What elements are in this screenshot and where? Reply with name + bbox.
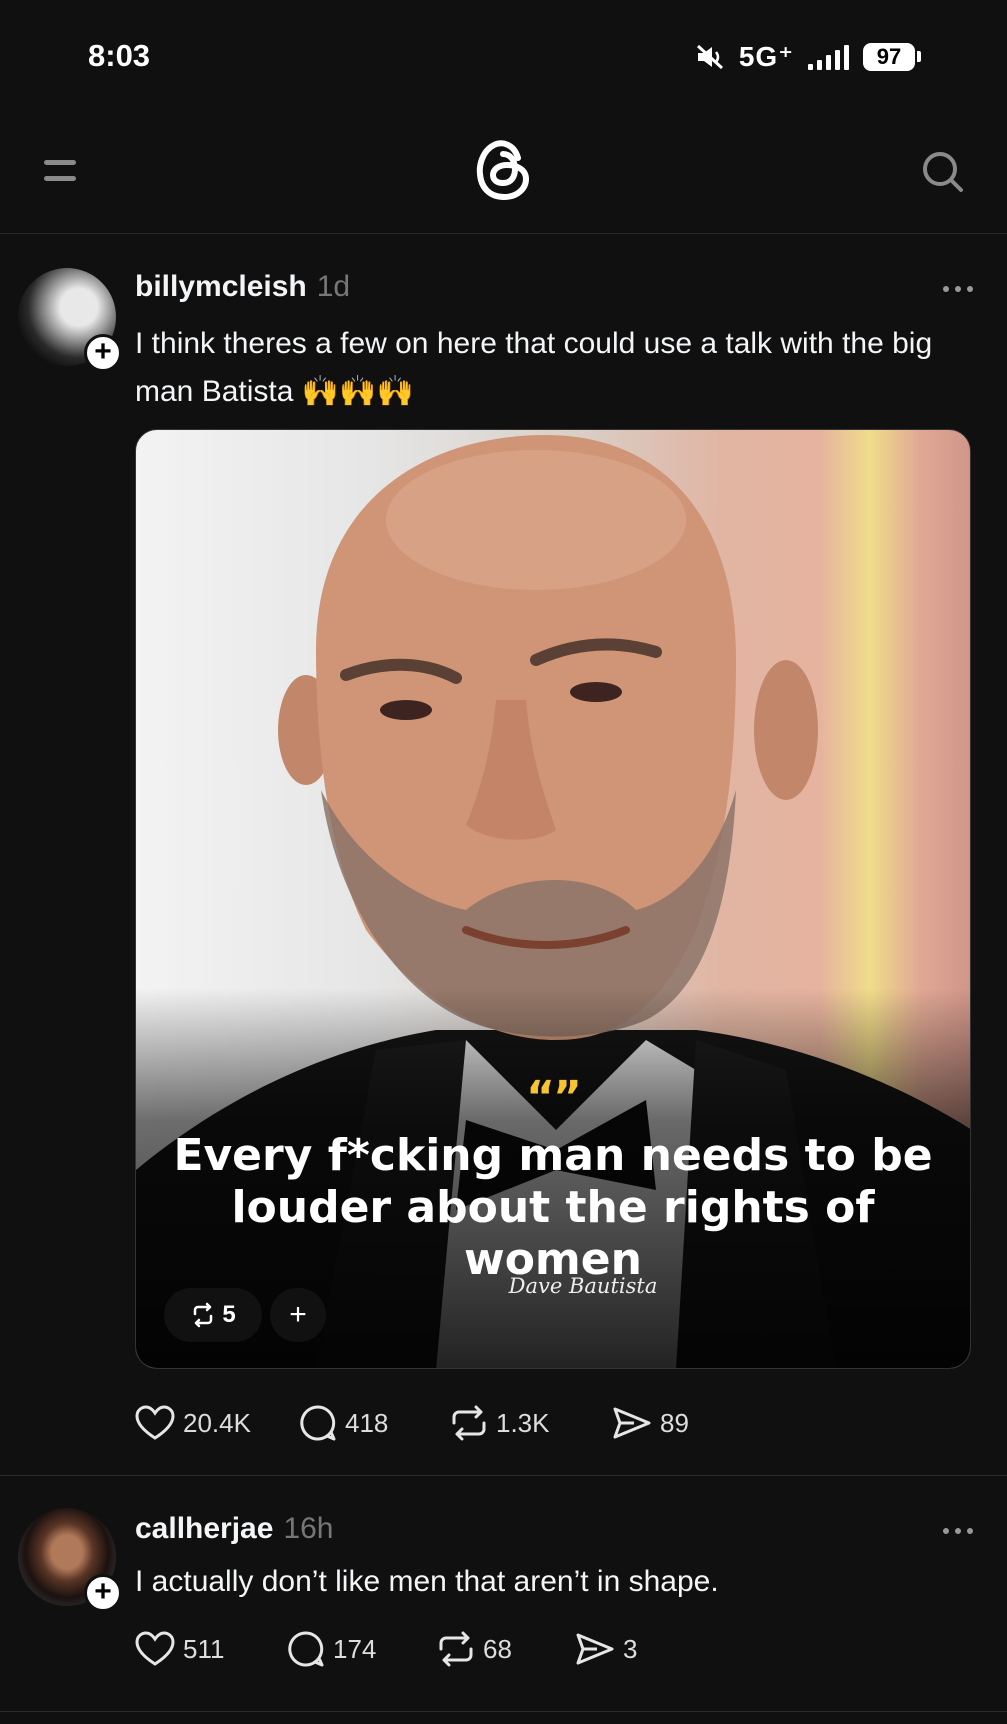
share-count: 89	[660, 1407, 689, 1438]
quote-attribution: Dave Bautista	[508, 1274, 658, 1298]
network-label: 5G⁺	[738, 41, 794, 72]
battery-level: 97	[863, 42, 915, 71]
reply-button[interactable]: 418	[299, 1404, 450, 1442]
like-button[interactable]: 511	[135, 1631, 287, 1667]
status-time: 8:03	[88, 38, 151, 73]
status-icons: 5G⁺ 97	[695, 40, 921, 73]
search-icon[interactable]	[921, 150, 965, 199]
like-button[interactable]: 20.4K	[135, 1405, 299, 1441]
follow-plus-icon[interactable]: +	[84, 1574, 122, 1612]
share-icon	[613, 1407, 651, 1439]
post-text: I actually don’t like men that aren’t in…	[135, 1565, 719, 1598]
repost-icon	[194, 1302, 213, 1328]
post[interactable]: + billymcleish 1d I think theres a few o…	[0, 234, 1007, 1476]
reply-button[interactable]: 174	[287, 1630, 437, 1668]
battery-icon: 97	[863, 42, 921, 71]
like-count: 20.4K	[183, 1407, 251, 1438]
username[interactable]: callherjae	[135, 1512, 273, 1546]
reply-count: 418	[345, 1407, 389, 1438]
follow-plus-icon[interactable]: +	[84, 334, 122, 372]
repost-count: 1.3K	[496, 1407, 550, 1438]
post-time: 16h	[283, 1512, 334, 1545]
media-repost-count: 5	[222, 1301, 236, 1328]
repost-button[interactable]: 1.3K	[450, 1405, 612, 1441]
menu-icon[interactable]	[44, 156, 78, 186]
reply-icon	[300, 1405, 336, 1441]
post-actions: 20.4K 418 1.3K 89	[135, 1404, 689, 1442]
post-image[interactable]: “” Every f*cking man needs to be louder …	[135, 429, 971, 1369]
reply-icon	[288, 1631, 324, 1667]
more-options-icon[interactable]	[943, 1528, 973, 1534]
post-time: 1d	[316, 270, 351, 303]
post[interactable]: + callherjae 16h I actually don’t like m…	[0, 1476, 1007, 1712]
heart-icon	[135, 1405, 175, 1440]
repost-icon	[452, 1405, 486, 1441]
post-text: I think theres a few on here that could …	[135, 327, 933, 408]
signal-icon	[808, 44, 849, 70]
more-options-icon[interactable]	[943, 286, 973, 292]
like-count: 511	[183, 1633, 225, 1664]
threads-logo-icon[interactable]	[474, 136, 532, 207]
post-header: callherjae 16h	[135, 1512, 334, 1546]
mute-icon	[695, 43, 725, 71]
repost-icon	[439, 1631, 473, 1667]
repost-count: 68	[483, 1633, 512, 1664]
username[interactable]: billymcleish	[135, 270, 307, 304]
quote-mark: “”	[526, 1072, 582, 1123]
heart-icon	[135, 1631, 175, 1666]
top-nav	[0, 110, 1007, 234]
status-bar: 8:03 5G⁺ 97	[0, 0, 1007, 110]
post-actions: 511 174 68 3	[135, 1630, 637, 1668]
add-plus-icon[interactable]: +	[270, 1288, 326, 1342]
share-icon	[576, 1633, 614, 1665]
share-button[interactable]: 89	[612, 1406, 689, 1440]
quote-text: Every f*cking man needs to be louder abo…	[173, 1130, 933, 1285]
reply-count: 174	[333, 1633, 377, 1664]
post-header: billymcleish 1d	[135, 270, 350, 304]
share-count: 3	[623, 1633, 638, 1664]
share-button[interactable]: 3	[575, 1632, 637, 1666]
media-repost-chip[interactable]: 5	[164, 1288, 262, 1342]
repost-button[interactable]: 68	[437, 1631, 575, 1667]
